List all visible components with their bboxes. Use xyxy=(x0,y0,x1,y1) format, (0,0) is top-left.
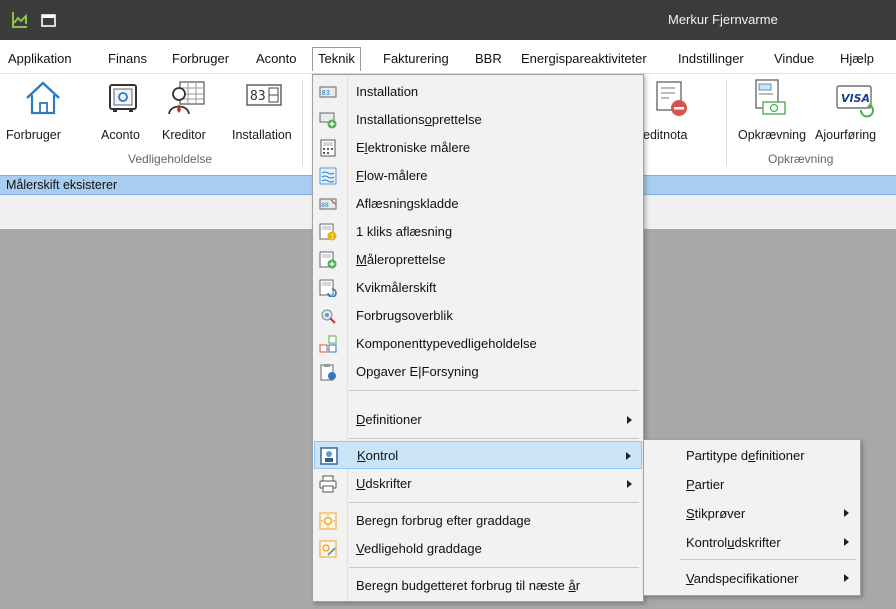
svg-text:88: 88 xyxy=(321,201,329,209)
house-icon xyxy=(26,81,60,115)
menu-bar: Applikation Finans Forbruger Aconto Tekn… xyxy=(0,40,896,74)
submenu-item-stikprover[interactable]: Stikprøver xyxy=(645,499,859,528)
consumption-overview-icon xyxy=(321,309,336,324)
menu-item-forbrugsoverblik[interactable]: Forbrugsoverblik xyxy=(314,302,642,330)
safe-icon xyxy=(109,84,137,112)
submenu-arrow-icon xyxy=(627,480,632,488)
one-click-reading-icon: 1 xyxy=(319,223,337,241)
svg-text:83: 83 xyxy=(250,89,266,104)
degree-day-icon xyxy=(319,512,337,530)
submenu-arrow-icon xyxy=(626,452,631,460)
control-icon xyxy=(320,447,338,465)
tasks-icon xyxy=(320,364,336,381)
submenu-arrow-icon xyxy=(844,509,849,517)
menu-item-beregn-budgetteret-forbrug[interactable]: Beregn budgetteret forbrug til næste år xyxy=(314,572,642,600)
menu-item-aflaesningskladde[interactable]: 88 Aflæsningskladde xyxy=(314,190,642,218)
menu-separator xyxy=(680,559,856,560)
menu-item-udskrifter[interactable]: Udskrifter xyxy=(314,470,642,498)
meter-digits-icon: 83 xyxy=(246,84,282,106)
title-bar: Merkur Fjernvarme xyxy=(0,0,896,40)
restore-window-icon[interactable] xyxy=(40,11,58,29)
meter-add-icon xyxy=(319,112,337,129)
component-type-icon xyxy=(319,335,337,353)
ribbon-group-vedligeholdelse: Vedligeholdelse xyxy=(128,152,213,166)
menu-item-installation[interactable]: 83 Installation xyxy=(314,78,642,106)
menu-item-maleroprettelse[interactable]: Måleroprettelse xyxy=(314,246,642,274)
quick-meter-change-icon xyxy=(319,279,337,297)
kontrol-submenu: Partitype definitioner Partier Stikprøve… xyxy=(643,439,861,596)
svg-text:1: 1 xyxy=(330,234,334,241)
submenu-item-partier[interactable]: Partier xyxy=(645,470,859,499)
flow-meter-icon xyxy=(319,167,337,185)
submenu-arrow-icon xyxy=(844,538,849,546)
ribbon-separator xyxy=(726,80,727,166)
menu-separator xyxy=(349,502,639,503)
menu-aconto[interactable]: Aconto xyxy=(256,51,296,66)
menu-item-flow-malere[interactable]: Flow-målere xyxy=(314,162,642,190)
teknik-menu: 83 Installation Installationsoprettelse … xyxy=(312,74,644,602)
submenu-item-partitype-definitioner[interactable]: Partitype definitioner xyxy=(645,441,859,470)
menu-item-installationsoprettelse[interactable]: Installationsoprettelse xyxy=(314,106,642,134)
menu-indstillinger[interactable]: Indstillinger xyxy=(678,51,744,66)
menu-vindue[interactable]: Vindue xyxy=(774,51,814,66)
menu-item-komponenttypevedligeholdelse[interactable]: Komponenttypevedligeholdelse xyxy=(314,330,642,358)
menu-teknik[interactable]: Teknik xyxy=(312,47,361,71)
menu-finans[interactable]: Finans xyxy=(108,51,147,66)
menu-hjaelp[interactable]: Hjælp xyxy=(840,51,874,66)
person-table-icon xyxy=(168,81,205,115)
menu-fakturering[interactable]: Fakturering xyxy=(383,51,449,66)
menu-item-beregn-forbrug-efter-graddage[interactable]: Beregn forbrug efter graddage xyxy=(314,507,642,535)
menu-item-1-kliks-aflaesning[interactable]: 1 1 kliks aflæsning xyxy=(314,218,642,246)
svg-text:VISA: VISA xyxy=(841,92,870,105)
menu-item-kvikmalerskift[interactable]: Kvikmålerskift xyxy=(314,274,642,302)
window-title: Merkur Fjernvarme xyxy=(668,12,778,27)
menu-forbruger[interactable]: Forbruger xyxy=(172,51,229,66)
credit-note-icon xyxy=(656,81,687,116)
reading-draft-icon: 88 xyxy=(319,198,337,210)
app-logo-icon xyxy=(12,12,27,28)
menu-item-vedligehold-graddage[interactable]: Vedligehold graddage xyxy=(314,535,642,563)
printer-icon xyxy=(319,475,337,493)
menu-item-definitioner[interactable]: Definitioner xyxy=(314,406,642,434)
ribbon-separator xyxy=(302,80,303,166)
electronic-meter-icon xyxy=(320,139,336,157)
menu-applikation[interactable]: Applikation xyxy=(8,51,72,66)
menu-bbr[interactable]: BBR xyxy=(475,51,502,66)
submenu-item-kontroludskrifter[interactable]: Kontroludskrifter xyxy=(645,528,859,557)
menu-energispareaktiviteter[interactable]: Energispareaktiviteter xyxy=(521,51,647,66)
menu-separator xyxy=(349,567,639,568)
status-text: Målerskift eksisterer xyxy=(6,178,118,192)
menu-item-opgaver-eforsyning[interactable]: Opgaver E|Forsyning xyxy=(314,358,642,386)
meter-icon: 83 xyxy=(319,86,337,98)
meter-create-icon xyxy=(319,251,337,269)
invoice-money-icon xyxy=(755,79,786,115)
menu-item-kontrol[interactable]: Kontrol xyxy=(314,441,642,469)
submenu-item-vandspecifikationer[interactable]: Vandspecifikationer xyxy=(645,564,859,593)
degree-day-edit-icon xyxy=(319,540,337,558)
menu-item-elektroniske-malere[interactable]: Elektroniske målere xyxy=(314,134,642,162)
svg-text:83: 83 xyxy=(322,89,330,97)
submenu-arrow-icon xyxy=(844,574,849,582)
menu-separator xyxy=(349,438,639,439)
ribbon-group-opkraevning: Opkrævning xyxy=(768,152,834,166)
submenu-arrow-icon xyxy=(627,416,632,424)
visa-card-icon: VISA xyxy=(836,85,874,118)
menu-separator xyxy=(349,390,639,391)
